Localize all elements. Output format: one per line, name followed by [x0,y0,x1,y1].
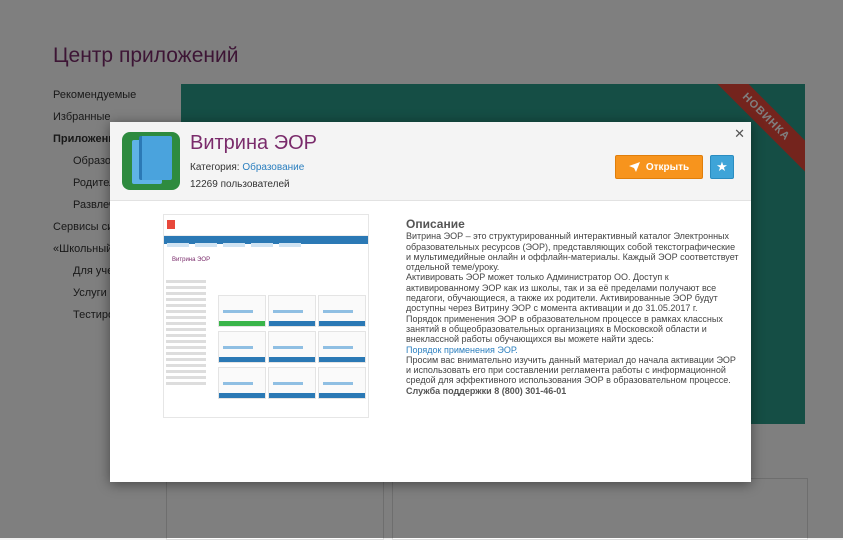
users-count: 12269 пользователей [190,179,290,190]
app-category: Категория: Образование [190,162,304,173]
open-button[interactable]: Открыть [615,155,703,179]
description: Описание Витрина ЭОР – это структурирова… [406,217,740,396]
description-paragraph: Витрина ЭОР – это структурированный инте… [406,231,739,273]
app-screenshot[interactable]: Витрина ЭОР [163,214,369,418]
description-paragraph: Порядок применения ЭОР в образовательном… [406,313,723,345]
star-icon: ★ [716,159,728,174]
open-button-label: Открыть [645,161,690,173]
screenshot-title: Витрина ЭОР [172,257,211,263]
app-details-modal: Витрина ЭОР Категория: Образование 12269… [110,122,751,482]
category-link[interactable]: Образование [242,162,304,173]
app-title: Витрина ЭОР [190,132,317,154]
description-paragraph: Активировать ЭОР может только Администра… [406,272,718,314]
category-label: Категория: [190,162,240,173]
paper-plane-icon [628,162,640,172]
description-paragraph: Просим вас внимательно изучить данный ма… [406,354,736,386]
app-book-icon [122,132,180,190]
support-phone: Служба поддержки 8 (800) 301-46-01 [406,385,567,396]
description-title: Описание [406,217,465,231]
close-icon[interactable]: ✕ [734,126,745,142]
procedure-link[interactable]: Порядок применения ЭОР. [406,345,518,355]
favorite-button[interactable]: ★ [710,155,734,179]
modal-header: Витрина ЭОР Категория: Образование 12269… [110,122,751,201]
